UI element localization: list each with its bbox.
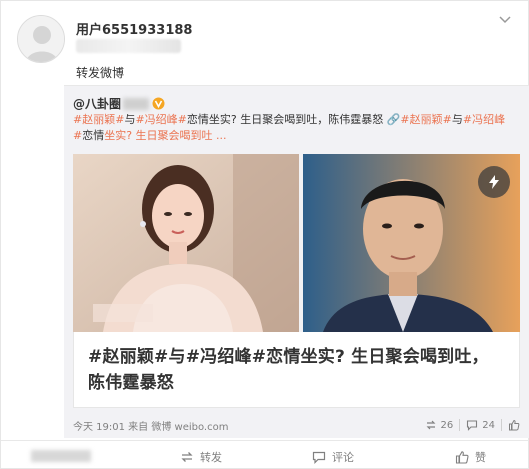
repost-text: 转发微博 [76, 66, 125, 80]
weibo-card: 用户6551933188 转发微博 @八卦圈 #赵丽颖#与#冯绍峰#恋情坐实? … [0, 0, 529, 469]
lightning-icon [489, 175, 499, 189]
comment-icon [312, 451, 326, 464]
original-author[interactable]: @八卦圈 [73, 95, 165, 112]
avatar[interactable] [17, 15, 65, 63]
post-text-segment: 恋情坐实? 生日聚会喝到吐，陈伟霆暴怒 [186, 113, 387, 126]
repost-icon [426, 420, 435, 430]
original-comment-stat[interactable]: 24 [466, 419, 495, 431]
like-button[interactable]: 赞 [455, 449, 486, 465]
thumb-up-icon [455, 451, 469, 464]
chevron-down-icon [499, 16, 511, 24]
original-author-name[interactable]: @八卦圈 [73, 95, 121, 112]
post-text-segment: 与 [124, 113, 136, 126]
comment-label: 评论 [332, 451, 354, 464]
username[interactable]: 用户6551933188 [76, 19, 192, 38]
media-images [73, 154, 520, 332]
thumb-up-icon [509, 419, 520, 431]
repost-button[interactable]: 转发 [180, 449, 222, 465]
repost-icon [181, 452, 193, 462]
verified-icon [152, 97, 165, 110]
comment-count: 24 [482, 419, 495, 431]
like-label: 赞 [475, 451, 486, 464]
divider [459, 419, 461, 431]
author-name-blurred [123, 97, 150, 110]
original-stats: 26 24 [425, 419, 520, 431]
original-like-stat[interactable] [508, 419, 520, 431]
topic-link[interactable]: 坐实? 生日聚会喝到吐 ... [104, 129, 226, 142]
photo-man[interactable] [303, 154, 520, 332]
photo-woman[interactable] [73, 154, 299, 332]
time-source[interactable]: 今天 19:01 来自 微博 weibo.com [73, 418, 228, 433]
quoted-post[interactable]: @八卦圈 #赵丽颖#与#冯绍峰#恋情坐实? 生日聚会喝到吐，陈伟霆暴怒 🔗#赵丽… [64, 85, 529, 438]
link-card-headline[interactable]: #赵丽颖#与#冯绍峰#恋情坐实? 生日聚会喝到吐，陈伟霆暴怒 [88, 344, 505, 396]
repost-count: 26 [440, 419, 454, 431]
comment-button[interactable]: 评论 [312, 449, 354, 465]
original-repost-stat[interactable]: 26 [425, 419, 454, 431]
bottom-blurred-text [31, 449, 91, 462]
post-text-segment: 与 [451, 113, 463, 126]
more-options-button[interactable] [496, 11, 514, 29]
divider [501, 419, 502, 431]
link-card[interactable]: #赵丽颖#与#冯绍峰#恋情坐实? 生日聚会喝到吐，陈伟霆暴怒 [73, 332, 520, 408]
comment-icon [467, 420, 478, 431]
repost-label: 转发 [200, 451, 222, 464]
topic-link[interactable]: #赵丽颖# [73, 113, 124, 126]
original-footer: 今天 19:01 来自 微博 weibo.com 26 24 [73, 416, 520, 434]
action-bar: 转发 评论 赞 [1, 440, 529, 469]
post-meta-blurred [76, 39, 181, 53]
link-icon[interactable]: 🔗 [387, 113, 401, 126]
topic-link[interactable]: #冯绍峰# [135, 113, 186, 126]
flash-button[interactable] [478, 166, 510, 198]
default-avatar-icon [18, 16, 64, 62]
post-text-segment: 恋情 [82, 129, 105, 142]
topic-link[interactable]: #赵丽颖# [400, 113, 451, 126]
original-post-text: #赵丽颖#与#冯绍峰#恋情坐实? 生日聚会喝到吐，陈伟霆暴怒 🔗#赵丽颖#与#冯… [73, 112, 513, 144]
